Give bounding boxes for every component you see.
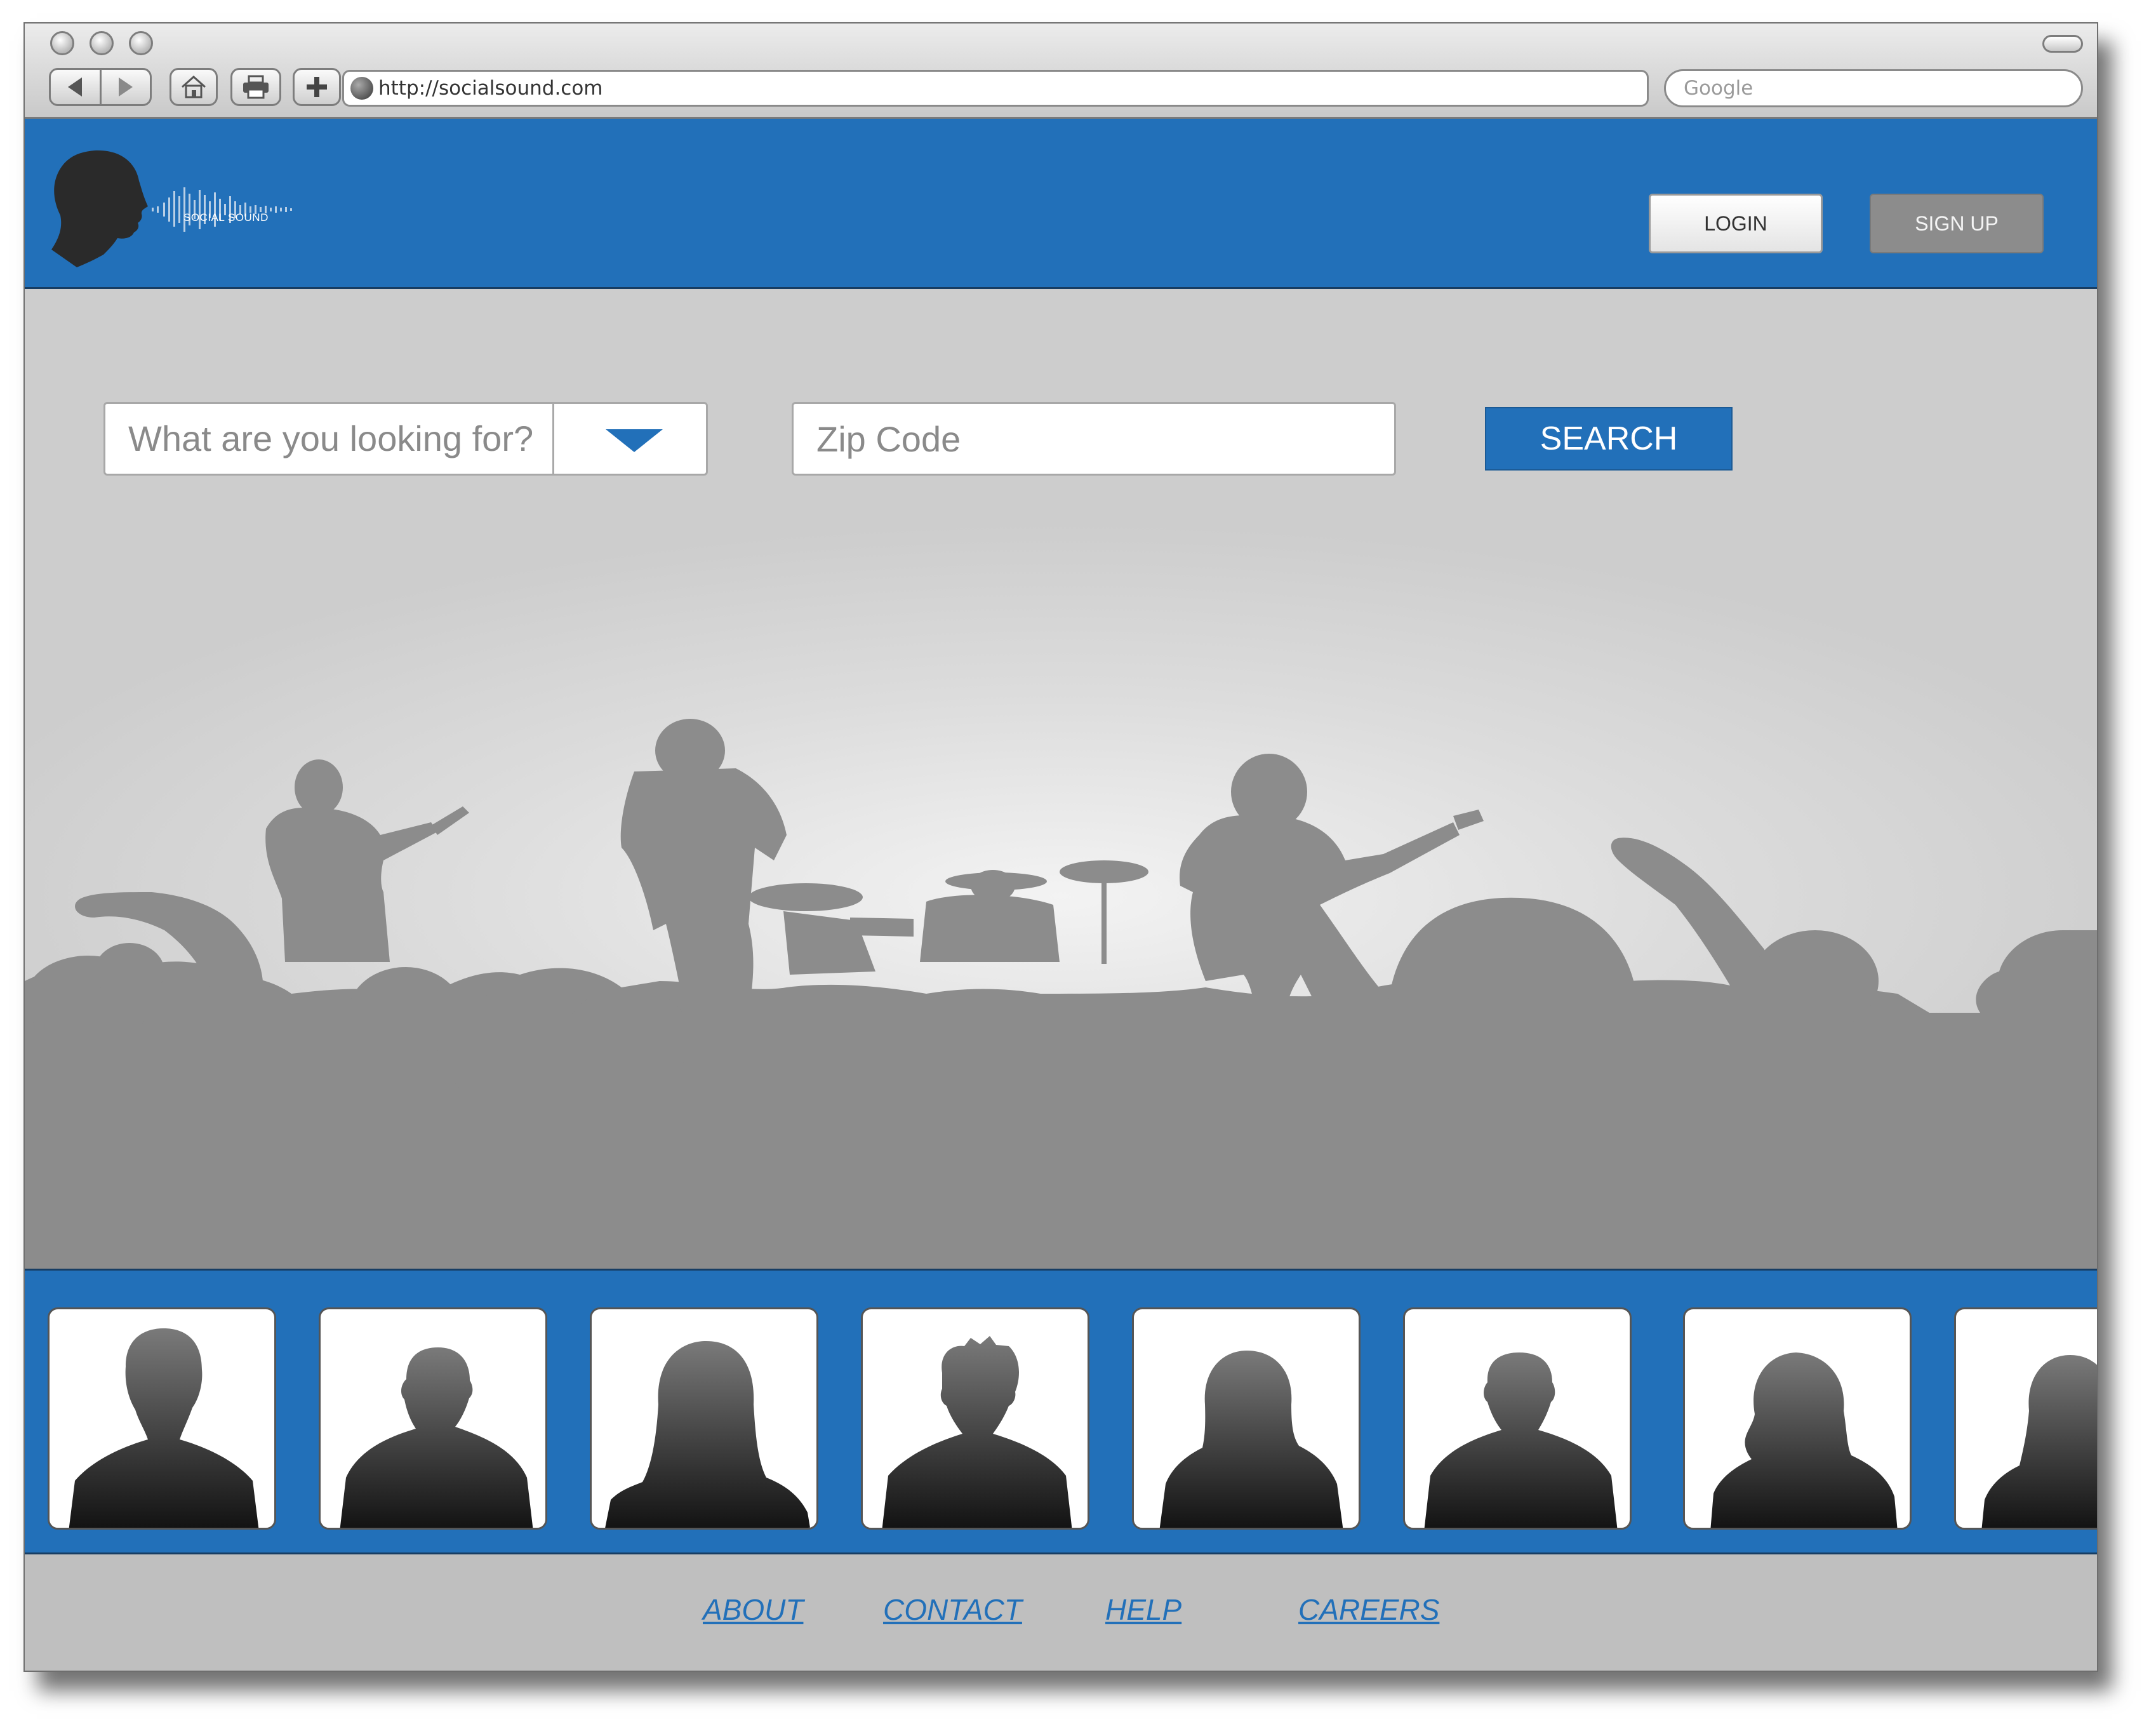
member-avatar-card[interactable] bbox=[1683, 1307, 1912, 1530]
person-silhouette-icon bbox=[340, 1347, 533, 1528]
member-avatar-card[interactable] bbox=[1954, 1307, 2097, 1530]
category-dropdown[interactable]: What are you looking for? bbox=[103, 402, 708, 476]
person-silhouette-icon bbox=[1710, 1352, 1898, 1528]
new-tab-button[interactable] bbox=[293, 68, 341, 106]
site-footer: ABOUT CONTACT HELP CAREERS bbox=[25, 1554, 2097, 1671]
member-avatar-card[interactable] bbox=[48, 1307, 276, 1530]
footer-link-about[interactable]: ABOUT bbox=[703, 1592, 803, 1627]
printer-icon bbox=[243, 75, 269, 99]
logo-text: SOCIAL SOUND bbox=[183, 211, 269, 224]
close-window-button[interactable] bbox=[50, 31, 74, 55]
signup-button[interactable]: SIGN UP bbox=[1870, 194, 2044, 253]
forward-button[interactable] bbox=[102, 70, 150, 104]
member-carousel bbox=[25, 1269, 2097, 1554]
zip-code-input[interactable] bbox=[792, 402, 1396, 476]
member-avatar-card[interactable] bbox=[590, 1307, 818, 1530]
browser-window: http://socialsound.com Google SOCIAL SOU… bbox=[23, 22, 2098, 1672]
site-header: SOCIAL SOUND LOGIN SIGN UP bbox=[25, 119, 2097, 289]
chevron-down-icon[interactable] bbox=[606, 429, 663, 452]
forward-arrow-icon bbox=[118, 77, 133, 97]
history-nav-group bbox=[49, 68, 152, 106]
site-logo[interactable]: SOCIAL SOUND bbox=[50, 149, 298, 270]
person-silhouette-icon bbox=[605, 1341, 810, 1528]
person-silhouette-icon bbox=[1424, 1352, 1618, 1528]
member-avatar-card[interactable] bbox=[1132, 1307, 1361, 1530]
search-button[interactable]: SEARCH bbox=[1485, 407, 1733, 471]
login-button[interactable]: LOGIN bbox=[1649, 194, 1823, 253]
back-arrow-icon bbox=[68, 77, 83, 97]
footer-link-help[interactable]: HELP bbox=[1105, 1592, 1181, 1627]
plus-icon bbox=[307, 77, 327, 97]
browser-search-input[interactable] bbox=[1682, 76, 2066, 100]
hero-banner: What are you looking for? SEARCH bbox=[25, 289, 2097, 1269]
home-button[interactable] bbox=[170, 68, 218, 106]
globe-icon bbox=[350, 77, 373, 100]
back-button[interactable] bbox=[51, 70, 100, 104]
home-icon bbox=[182, 75, 206, 98]
member-avatar-card[interactable] bbox=[319, 1307, 547, 1530]
person-silhouette-icon bbox=[69, 1328, 259, 1528]
browser-toolbar: http://socialsound.com bbox=[25, 23, 2097, 119]
person-silhouette-icon bbox=[1981, 1355, 2097, 1528]
footer-link-contact[interactable]: CONTACT bbox=[883, 1592, 1022, 1627]
print-button[interactable] bbox=[230, 68, 281, 106]
footer-link-careers[interactable]: CAREERS bbox=[1298, 1592, 1439, 1627]
member-avatar-card[interactable] bbox=[1403, 1307, 1632, 1530]
browser-search-field[interactable] bbox=[1664, 69, 2083, 107]
person-silhouette-icon bbox=[882, 1336, 1072, 1528]
url-text: http://socialsound.com bbox=[378, 77, 603, 100]
address-bar[interactable]: http://socialsound.com bbox=[342, 70, 1649, 107]
head-silhouette-logo-icon bbox=[51, 150, 292, 267]
minimize-window-button[interactable] bbox=[90, 31, 114, 55]
toolbar-toggle-button[interactable] bbox=[2042, 35, 2083, 53]
member-avatar-card[interactable] bbox=[861, 1307, 1089, 1530]
zoom-window-button[interactable] bbox=[129, 31, 153, 55]
person-silhouette-icon bbox=[1159, 1351, 1343, 1528]
category-placeholder: What are you looking for? bbox=[128, 418, 534, 458]
